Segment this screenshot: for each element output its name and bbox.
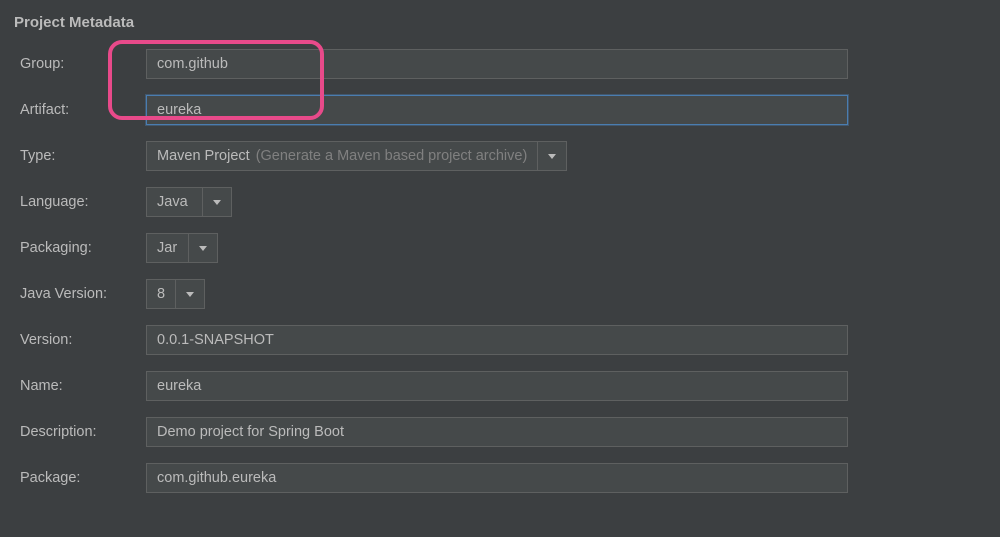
package-input[interactable] — [146, 463, 848, 493]
group-label: Group: — [20, 56, 134, 72]
package-label: Package: — [20, 470, 134, 486]
language-label: Language: — [20, 194, 134, 210]
section-title: Project Metadata — [14, 8, 986, 49]
group-input[interactable] — [146, 49, 848, 79]
artifact-input[interactable] — [146, 95, 848, 125]
packaging-select-value: Jar — [157, 240, 177, 256]
java-version-select[interactable]: 8 — [146, 279, 205, 309]
description-input[interactable] — [146, 417, 848, 447]
artifact-label: Artifact: — [20, 102, 134, 118]
name-label: Name: — [20, 378, 134, 394]
type-select-hint: (Generate a Maven based project archive) — [256, 148, 528, 164]
description-label: Description: — [20, 424, 134, 440]
chevron-down-icon — [189, 234, 217, 262]
packaging-label: Packaging: — [20, 240, 134, 256]
type-select[interactable]: Maven Project (Generate a Maven based pr… — [146, 141, 567, 171]
type-select-value: Maven Project — [157, 148, 250, 164]
language-select-value: Java — [157, 194, 188, 210]
version-input[interactable] — [146, 325, 848, 355]
type-label: Type: — [20, 148, 134, 164]
version-label: Version: — [20, 332, 134, 348]
name-input[interactable] — [146, 371, 848, 401]
project-metadata-form: Group: Artifact: Type: Maven Project (Ge… — [14, 49, 986, 493]
chevron-down-icon — [538, 142, 566, 170]
chevron-down-icon — [176, 280, 204, 308]
packaging-select[interactable]: Jar — [146, 233, 218, 263]
language-select[interactable]: Java — [146, 187, 232, 217]
java-version-select-value: 8 — [157, 286, 165, 302]
java-version-label: Java Version: — [20, 286, 134, 302]
chevron-down-icon — [203, 188, 231, 216]
